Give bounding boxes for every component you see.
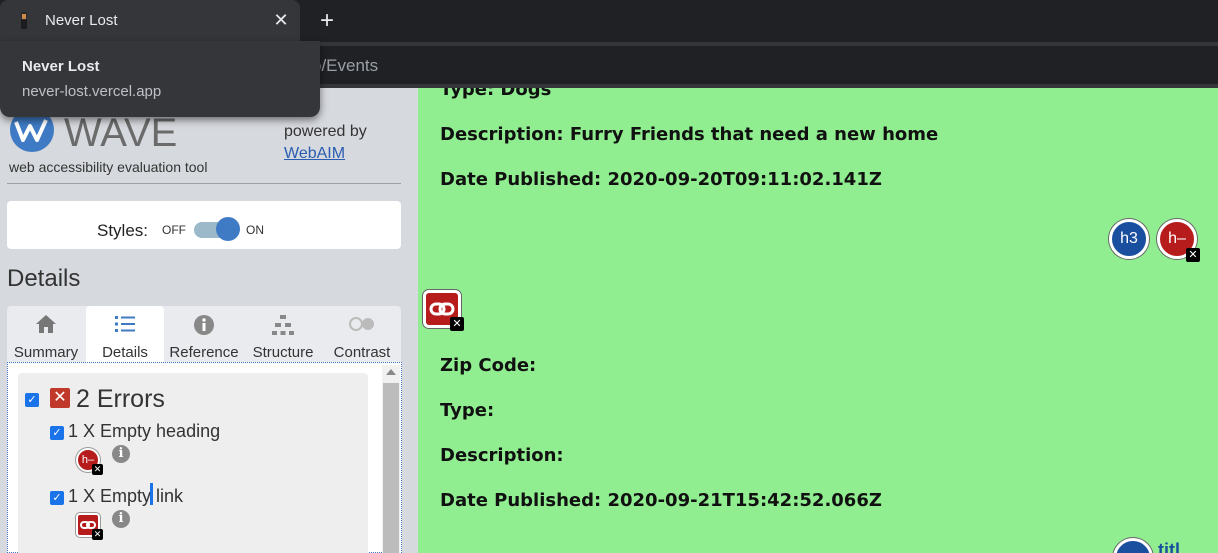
event-type-2: Type: [440, 400, 495, 421]
site-favicon-icon [21, 12, 27, 29]
tab-contrast-label: Contrast [333, 344, 391, 361]
error-x-icon: ✕ [50, 388, 70, 408]
svg-text:WAVE: WAVE [64, 111, 177, 152]
details-results-panel: ✓ ✕ 2 Errors ✓ 1 X Empty heading h– ✕ i … [7, 362, 402, 553]
hover-card-title: Never Lost [22, 58, 100, 75]
empty-link-icon[interactable]: ✕ [76, 513, 103, 540]
divider [7, 183, 401, 184]
tab-hover-card: Never Lost never-lost.vercel.app [0, 41, 320, 117]
tab-title: Never Lost [45, 12, 118, 29]
error-close-icon: ✕ [1186, 248, 1200, 262]
wave-empty-link-badge[interactable]: ✕ [423, 290, 464, 331]
event-description: Description: Furry Friends that need a n… [440, 124, 939, 145]
panel-title: Details [7, 265, 81, 292]
tab-summary-label: Summary [13, 344, 79, 361]
structure-icon [272, 315, 294, 335]
styles-off-label: OFF [162, 223, 186, 237]
page-content: Type: Dogs Description: Furry Friends th… [418, 88, 1218, 553]
text-cursor [150, 483, 153, 505]
hover-card-url: never-lost.vercel.app [22, 83, 162, 100]
partial-heading-text: titl [1158, 540, 1180, 553]
tab-details-label: Details [102, 344, 148, 361]
h3-badge-text: h3 [1120, 230, 1138, 247]
browser-tab-bar: Never Lost ✕ + [0, 0, 1218, 42]
errors-group: ✓ ✕ 2 Errors ✓ 1 X Empty heading h– ✕ i … [18, 373, 368, 553]
event-description-2: Description: [440, 445, 564, 466]
styles-label: Styles: [97, 221, 149, 240]
tab-contrast[interactable]: Contrast [323, 306, 401, 362]
event-date-2: Date Published: 2020-09-21T15:42:52.066Z [440, 490, 882, 511]
close-tab-icon[interactable]: ✕ [272, 9, 290, 31]
empty-link-label: 1 X Empty link [68, 486, 184, 506]
error-close-icon: ✕ [92, 464, 103, 475]
powered-by-text: powered by [284, 123, 367, 140]
empty-link-checkbox[interactable]: ✓ [50, 491, 64, 505]
empty-heading-icon[interactable]: h– ✕ [76, 448, 103, 475]
error-close-icon: ✕ [92, 529, 103, 540]
home-icon [36, 315, 56, 333]
tab-reference-label: Reference [169, 344, 239, 361]
scrollbar-thumb[interactable] [383, 383, 399, 553]
scroll-up-icon[interactable] [386, 369, 396, 375]
event-date: Date Published: 2020-09-20T09:11:02.141Z [440, 169, 882, 190]
new-tab-button[interactable]: + [316, 8, 338, 34]
errors-checkbox[interactable]: ✓ [25, 393, 39, 407]
event-zip-code: Zip Code: [440, 355, 537, 376]
info-icon [194, 315, 214, 335]
contrast-icon [349, 317, 374, 331]
tab-summary[interactable]: Summary [7, 306, 85, 362]
wave-h3-badge[interactable]: h3 [1109, 219, 1149, 259]
wave-tabs: Summary Details Reference Structure Cont… [7, 306, 401, 362]
errors-title: 2 Errors [76, 385, 165, 413]
webaim-link[interactable]: WebAIM [284, 145, 345, 163]
empty-link-info-icon[interactable]: i [112, 510, 130, 528]
empty-heading-label: 1 X Empty heading [68, 421, 221, 441]
event-type: Type: Dogs [440, 88, 552, 100]
tab-details[interactable]: Details [86, 306, 164, 362]
wave-sidebar: WAVE web accessibility evaluation tool p… [0, 88, 418, 553]
wave-heading-badge[interactable] [1113, 538, 1153, 553]
tab-reference[interactable]: Reference [165, 306, 243, 362]
empty-heading-badge-text: h– [1168, 230, 1186, 247]
styles-toggle-panel: Styles: OFF ON [7, 201, 401, 249]
tab-structure-label: Structure [252, 344, 314, 361]
wave-empty-heading-badge[interactable]: h– ✕ [1157, 219, 1200, 262]
browser-tab[interactable]: Never Lost ✕ [0, 0, 300, 42]
url-field[interactable]: o/Events [300, 46, 1218, 84]
empty-heading-checkbox[interactable]: ✓ [50, 426, 64, 440]
url-text: o/Events [312, 56, 379, 75]
wave-subtitle: web accessibility evaluation tool [9, 159, 208, 175]
error-close-icon: ✕ [450, 317, 464, 331]
list-icon [115, 316, 135, 332]
empty-heading-info-icon[interactable]: i [112, 445, 130, 463]
styles-on-label: ON [246, 223, 264, 237]
styles-toggle[interactable] [216, 217, 240, 241]
tab-structure[interactable]: Structure [244, 306, 322, 362]
